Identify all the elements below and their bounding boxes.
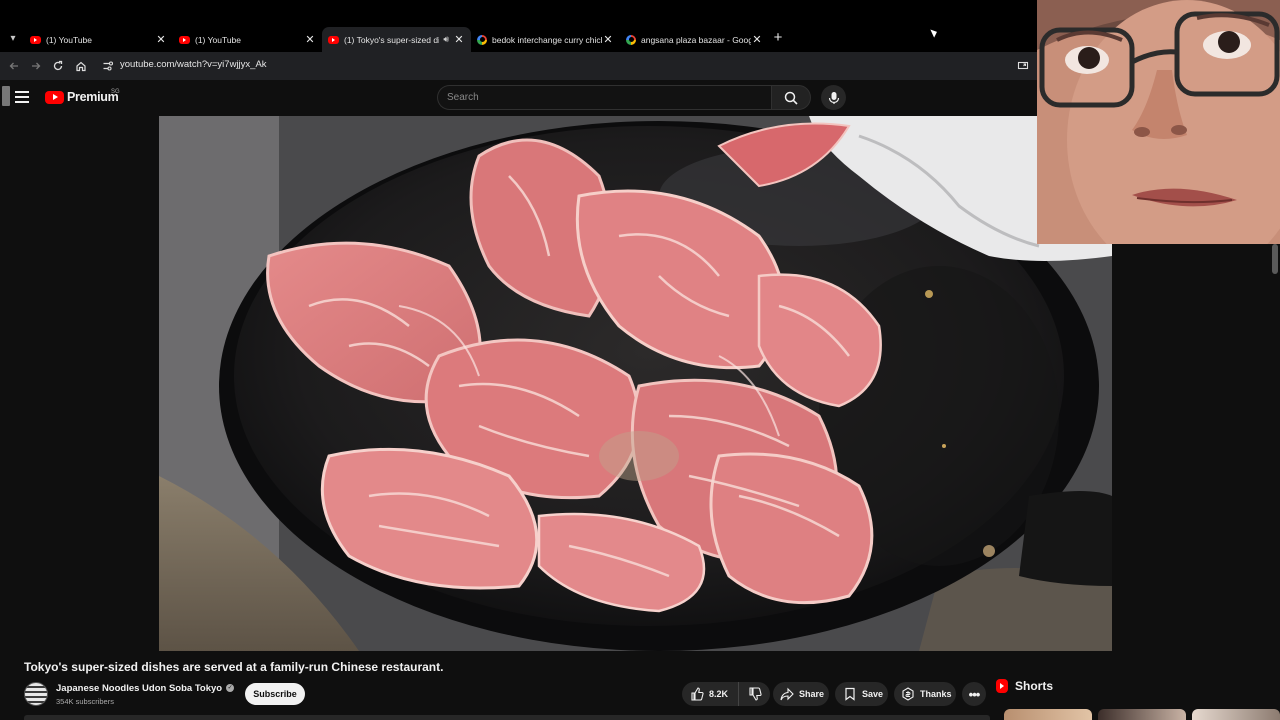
shorts-label: Shorts (1015, 679, 1054, 693)
youtube-logo-icon (45, 90, 64, 104)
tab-close-icon[interactable]: ✕ (304, 33, 316, 46)
share-label: Share (799, 689, 825, 699)
install-app-icon[interactable] (1014, 57, 1032, 75)
thanks-label: Thanks (920, 689, 952, 699)
google-favicon-icon (626, 34, 636, 45)
secondary-column (1112, 244, 1280, 651)
tab-close-icon[interactable]: ✕ (602, 33, 614, 46)
browser-tab[interactable]: (1) YouTube ✕ (173, 27, 322, 52)
logo-region-code: SG (111, 89, 120, 95)
microphone-icon (828, 91, 839, 104)
new-tab-plus-icon[interactable]: + (771, 29, 785, 47)
subscriber-count: 354K subscribers (56, 697, 114, 706)
search-input[interactable]: Search (437, 85, 771, 110)
forward-arrow-icon[interactable] (27, 57, 45, 75)
save-label: Save (862, 689, 884, 699)
thumbs-down-icon (748, 687, 762, 701)
home-icon[interactable] (72, 57, 90, 75)
youtube-masthead: Premium SG Search (0, 80, 1040, 116)
browser-tab[interactable]: angsana plaza bazaar - Google ✕ (620, 27, 769, 52)
tab-close-icon[interactable]: ✕ (155, 33, 167, 46)
browser-toolbar: youtube.com/watch?v=yi7wjjyx_Ak (0, 52, 1040, 80)
youtube-favicon-icon (179, 35, 190, 44)
tab-title: (1) YouTube (195, 34, 241, 45)
webcam-face-image (1037, 0, 1280, 244)
thumbs-up-icon (691, 687, 704, 701)
channel-name-link[interactable]: Japanese Noodles Udon Soba Tokyo ✓ (56, 683, 235, 694)
tab-audio-speaker-icon[interactable]: 🔊︎ (443, 34, 449, 45)
shorts-section-header: Shorts (996, 679, 1053, 693)
tab-title: bedok interchange curry chicken (492, 34, 602, 45)
video-frame (159, 116, 1112, 651)
like-button[interactable]: 8.2K (682, 682, 740, 706)
bookmark-icon (845, 687, 855, 701)
youtube-premium-logo[interactable]: Premium (45, 90, 119, 104)
verified-check-icon: ✓ (226, 684, 235, 693)
youtube-favicon-icon (328, 35, 339, 44)
site-settings-icon[interactable] (99, 57, 117, 75)
shorts-thumbnail[interactable] (1004, 709, 1092, 720)
webcam-overlay (1037, 0, 1280, 244)
share-button[interactable]: Share (773, 682, 829, 706)
address-bar-url[interactable]: youtube.com/watch?v=yi7wjjyx_Ak (120, 59, 267, 70)
voice-search-button[interactable] (821, 85, 846, 110)
page-scrollbar[interactable] (1272, 244, 1278, 274)
thanks-button[interactable]: Thanks (894, 682, 956, 706)
super-thanks-icon (902, 687, 914, 701)
window-edge-handle (2, 86, 10, 106)
video-player[interactable] (159, 116, 1112, 651)
shorts-thumbnail[interactable] (1098, 709, 1186, 720)
shorts-thumbnails (1004, 709, 1280, 720)
description-box-edge (24, 715, 990, 720)
tab-close-icon[interactable]: ✕ (453, 33, 465, 46)
search-button[interactable] (771, 85, 811, 110)
menu-hamburger-icon[interactable] (15, 91, 29, 103)
reload-icon[interactable] (49, 57, 67, 75)
tab-title: (1) YouTube (46, 34, 92, 45)
dislike-button[interactable] (739, 682, 770, 706)
tab-list: (1) YouTube ✕ (1) YouTube ✕ (1) Tokyo's … (24, 27, 769, 52)
subscribe-button[interactable]: Subscribe (245, 683, 305, 705)
like-dislike-group: 8.2K (682, 682, 770, 706)
search-icon (784, 91, 798, 105)
video-title: Tokyo's super-sized dishes are served at… (24, 660, 444, 674)
browser-tab-active[interactable]: (1) Tokyo's super-sized dishes 🔊︎ ✕ (322, 27, 471, 52)
youtube-favicon-icon (30, 35, 41, 44)
tab-search-chevron-icon[interactable]: ▾ (4, 30, 22, 48)
like-count: 8.2K (709, 689, 729, 699)
tab-title: (1) Tokyo's super-sized dishes (344, 34, 439, 45)
save-button[interactable]: Save (835, 682, 888, 706)
tab-close-icon[interactable]: ✕ (751, 33, 763, 46)
google-favicon-icon (477, 34, 487, 45)
back-arrow-icon[interactable] (5, 57, 23, 75)
shorts-logo-icon (996, 679, 1008, 693)
share-arrow-icon (780, 687, 794, 701)
shorts-thumbnail[interactable] (1192, 709, 1280, 720)
browser-tab[interactable]: (1) YouTube ✕ (24, 27, 173, 52)
mouse-cursor-icon (930, 27, 939, 38)
tab-title: angsana plaza bazaar - Google (641, 34, 751, 45)
channel-avatar[interactable] (24, 682, 48, 706)
channel-name[interactable]: Japanese Noodles Udon Soba Tokyo (56, 683, 222, 694)
more-actions-button[interactable]: ••• (962, 682, 986, 706)
browser-tab[interactable]: bedok interchange curry chicken ✕ (471, 27, 620, 52)
